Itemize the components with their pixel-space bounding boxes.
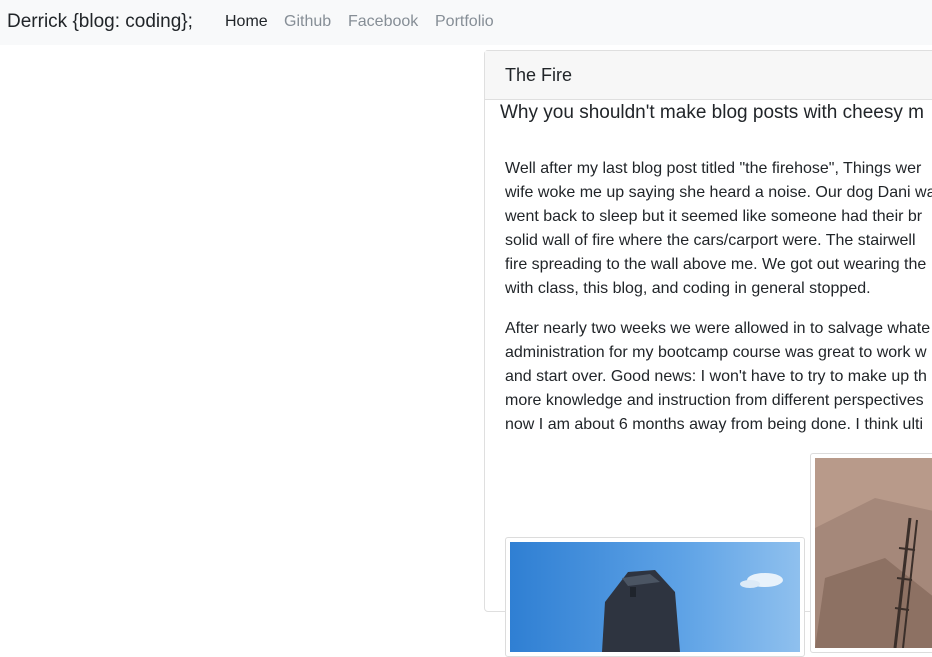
rubble-photo-image (815, 458, 932, 648)
nav-link-github[interactable]: Github (284, 13, 331, 31)
paragraph-line: wife woke me up saying she heard a noise… (505, 184, 932, 201)
photo-thumbnail-rubble[interactable] (810, 453, 932, 653)
post-paragraph-2: After nearly two weeks we were allowed i… (505, 317, 932, 437)
paragraph-line: now I am about 6 months away from being … (505, 416, 924, 433)
photo-thumbnail-house[interactable] (505, 537, 805, 657)
nav-link-portfolio[interactable]: Portfolio (435, 13, 494, 31)
paragraph-line: more knowledge and instruction from diff… (505, 392, 924, 409)
paragraph-line: with class, this blog, and coding in gen… (505, 280, 871, 297)
rubble-photo (815, 458, 932, 648)
navbar-brand[interactable]: Derrick {blog: coding}; (7, 11, 193, 33)
post-subtitle: Why you shouldn't make blog posts with c… (500, 102, 924, 123)
post-card: The Fire Why you shouldn't make blog pos… (484, 50, 932, 657)
paragraph-line: fire spreading to the wall above me. We … (505, 256, 927, 273)
post-paragraph-1: Well after my last blog post titled "the… (505, 157, 932, 301)
card-header: The Fire (485, 51, 932, 100)
paragraph-line: solid wall of fire where the cars/carpor… (505, 232, 916, 249)
paragraph-line: and start over. Good news: I won't have … (505, 368, 927, 385)
paragraph-line: administration for my bootcamp course wa… (505, 344, 927, 361)
nav-link-home[interactable]: Home (225, 13, 268, 31)
paragraph-line: Well after my last blog post titled "the… (505, 160, 922, 177)
house-photo (510, 542, 800, 652)
paragraph-line: went back to sleep but it seemed like so… (505, 208, 923, 225)
navbar: Derrick {blog: coding}; Home Github Face… (0, 0, 932, 45)
house-photo-image (510, 542, 800, 652)
nav-link-facebook[interactable]: Facebook (348, 13, 418, 31)
paragraph-line: After nearly two weeks we were allowed i… (505, 320, 931, 337)
post-title: The Fire (505, 65, 573, 85)
